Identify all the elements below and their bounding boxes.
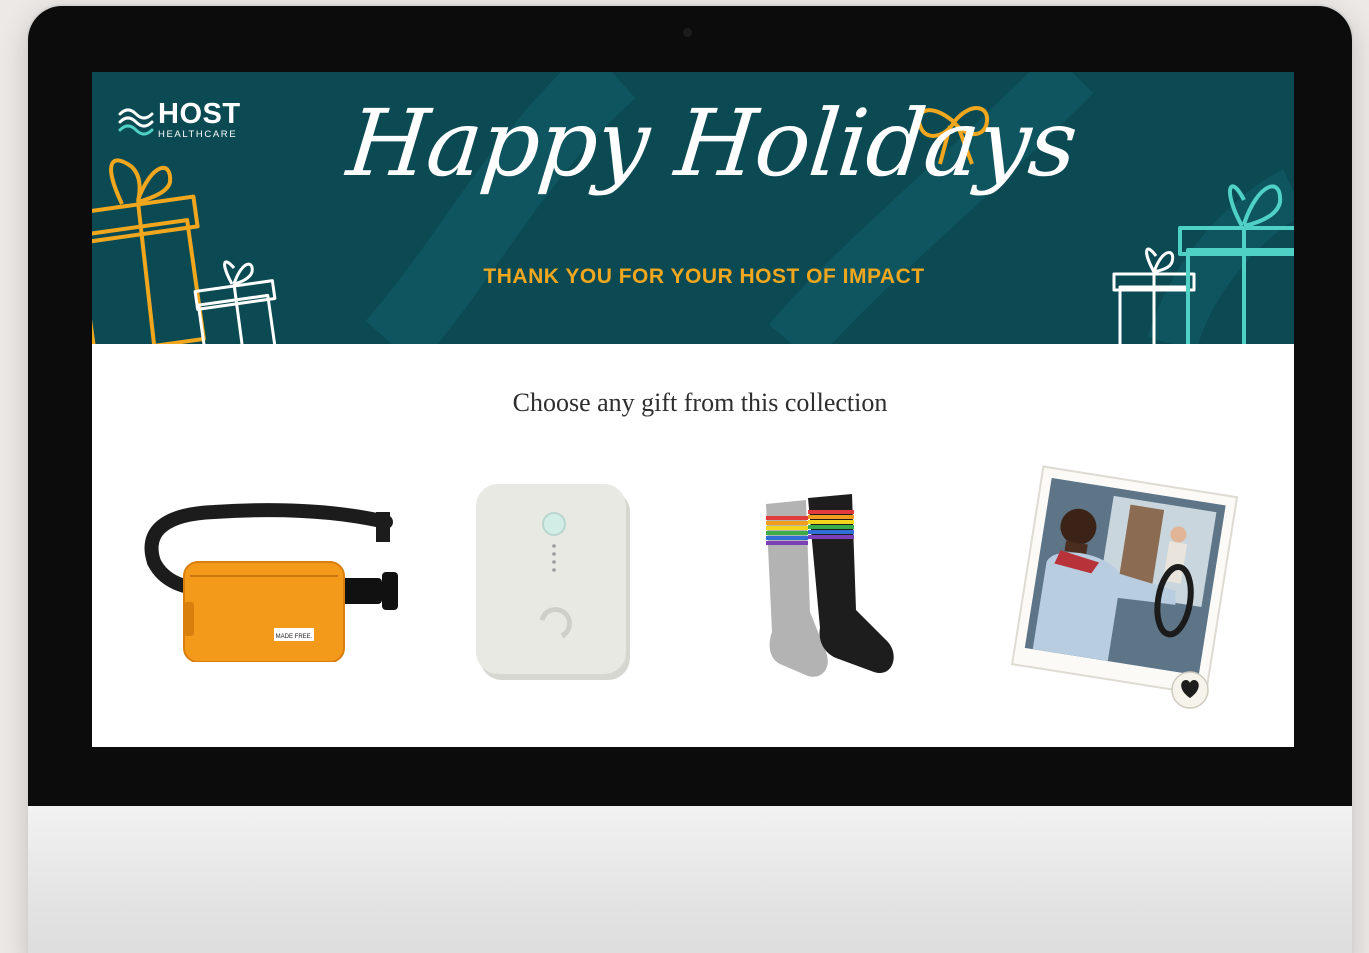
product-card-belt-bag[interactable]: MADE FREE. [124,492,404,662]
product-card-donation[interactable] [1000,464,1240,714]
monitor-frame: HOST HEALTHCARE Happy Holidays THANK YOU… [28,6,1352,953]
headline: Happy Holidays [342,90,1082,197]
gold-gift-icon [92,158,206,344]
host-logo-icon [118,108,154,136]
gift-prompt: Choose any gift from this collection [512,388,888,417]
portable-charger-icon [476,484,630,680]
product-card-charger[interactable] [476,482,636,682]
bag-label: MADE FREE. [276,634,313,640]
donation-photo-card-icon [1010,465,1239,709]
rainbow-striped-socks-icon [766,494,894,677]
holiday-banner: HOST HEALTHCARE Happy Holidays THANK YOU… [92,72,1294,344]
webpage-screen: HOST HEALTHCARE Happy Holidays THANK YOU… [92,72,1294,747]
product-card-socks[interactable] [760,492,910,692]
tagline: THANK YOU FOR YOUR HOST OF IMPACT [483,265,925,288]
orange-belt-bag-icon: MADE FREE. [144,503,398,662]
monitor-chin [28,806,1352,953]
heart-badge-icon [1171,671,1209,709]
logo-name: HOST [158,98,241,130]
camera-icon [683,28,692,37]
logo-subname: HEALTHCARE [158,129,238,140]
device-mockup: HOST HEALTHCARE Happy Holidays THANK YOU… [0,0,1369,953]
host-healthcare-logo[interactable]: HOST HEALTHCARE [116,100,241,140]
